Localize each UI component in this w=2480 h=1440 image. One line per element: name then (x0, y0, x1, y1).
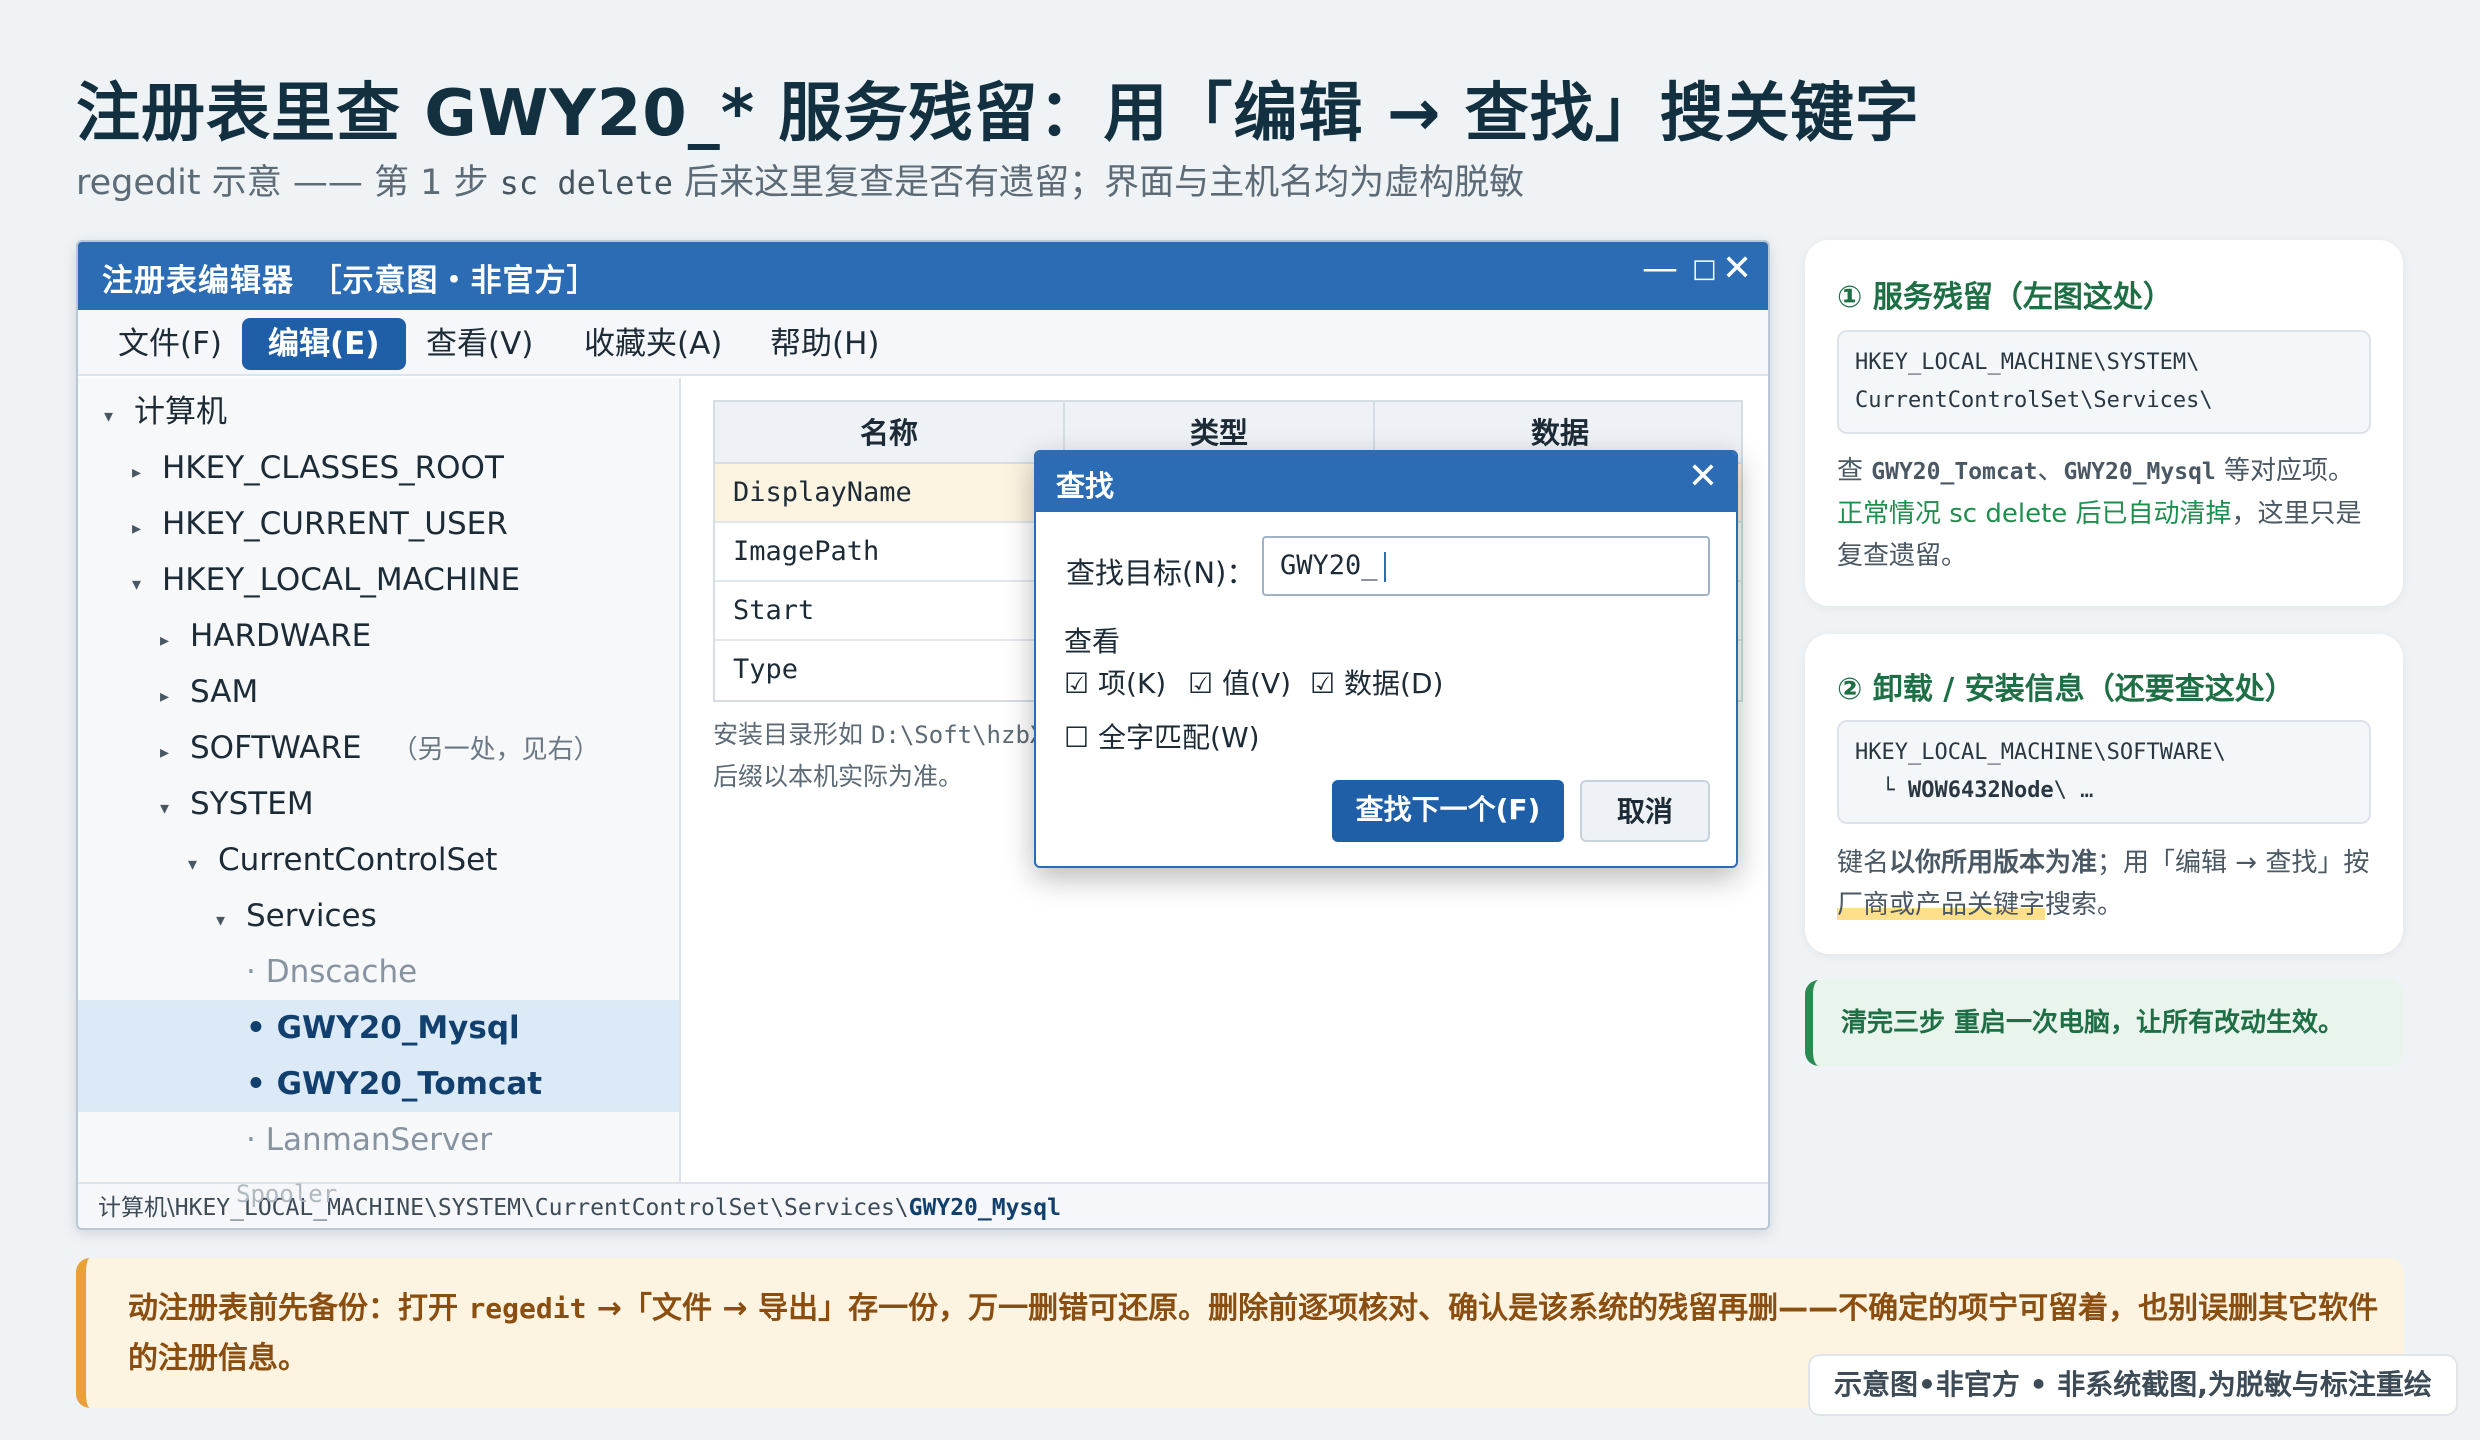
card-service-residue: ① 服务残留（左图这处） HKEY_LOCAL_MACHINE\SYSTEM\ C… (1805, 240, 2403, 606)
find-target-label: 查找目标(N)： (1066, 556, 1256, 590)
text-caret (1383, 551, 1386, 582)
chevron-down-icon[interactable]: ▾ (104, 389, 134, 445)
tree-item-hklm[interactable]: ▾ HKEY_LOCAL_MACHINE (78, 552, 679, 608)
checkbox-checked-icon: ☑ (1064, 667, 1090, 700)
tree-item-sam[interactable]: ▸ SAM (78, 664, 679, 720)
tree-item-dnscache[interactable]: · Dnscache (78, 944, 679, 1000)
find-dialog: 查找 ✕ 查找目标(N)： GWY20_ 查看 ☑ 项(K) ☑ 值(V) ☑ … (1034, 450, 1738, 868)
find-title: 查找 (1056, 469, 1115, 503)
find-next-button[interactable]: 查找下一个(F) (1332, 780, 1564, 842)
card-uninstall-info: ② 卸载 / 安装信息（还要查这处） HKEY_LOCAL_MACHINE\SO… (1805, 634, 2403, 954)
chevron-down-icon[interactable]: ▾ (160, 781, 190, 837)
status-bar: 计算机\HKEY_LOCAL_MACHINE\SYSTEM\CurrentCon… (78, 1180, 1768, 1228)
restart-tip: 清完三步 重启一次电脑，让所有改动生效。 (1805, 980, 2403, 1066)
column-name[interactable]: 名称 (715, 402, 1065, 464)
chevron-right-icon[interactable]: ▸ (160, 725, 190, 781)
ghost-text: Spooler (236, 1180, 338, 1208)
tree-item-hkcu[interactable]: ▸ HKEY_CURRENT_USER (78, 496, 679, 552)
tree-item-hkcr[interactable]: ▸ HKEY_CLASSES_ROOT (78, 440, 679, 496)
look-in-label: 查看 (1064, 625, 1121, 658)
checkbox-checked-icon: ☑ (1310, 667, 1336, 700)
card-text: 查 GWY20_Tomcat、GWY20_Mysql 等对应项。正常情况 sc … (1837, 456, 2362, 571)
minimize-icon[interactable]: — (1642, 248, 1678, 289)
registry-path-code: HKEY_LOCAL_MACHINE\SOFTWARE\ └ WOW6432No… (1837, 720, 2371, 824)
cancel-button[interactable]: 取消 (1580, 780, 1710, 842)
window-titlebar[interactable]: 注册表编辑器 ［示意图・非官方］ — □ ✕ (78, 242, 1768, 310)
chevron-down-icon[interactable]: ▾ (188, 837, 218, 893)
menu-help[interactable]: 帮助(H) (744, 318, 906, 370)
close-icon[interactable]: ✕ (1688, 456, 1718, 497)
install-dir-note: 安装目录形如 D:\Soft\hzbX 后缀以本机实际为准。 (713, 720, 1045, 791)
menu-bar: 文件(F) 编辑(E) 查看(V) 收藏夹(A) 帮助(H) (78, 310, 1768, 376)
chevron-right-icon[interactable]: ▸ (132, 445, 162, 501)
tree-item-gwy20-tomcat[interactable]: • GWY20_Tomcat (78, 1056, 679, 1112)
close-icon[interactable]: ✕ (1722, 248, 1752, 289)
registry-tree[interactable]: ▾ 计算机 ▸ HKEY_CLASSES_ROOT ▸ HKEY_CURRENT_US… (78, 378, 681, 1182)
page-subtitle: regedit 示意 —— 第 1 步 sc delete 后来这里复查是否有遗… (76, 163, 1525, 203)
page-title: 注册表里查 GWY20_* 服务残留：用「编辑 → 查找」搜关键字 (76, 77, 1920, 151)
chevron-right-icon[interactable]: ▸ (160, 669, 190, 725)
chevron-down-icon[interactable]: ▾ (216, 893, 246, 949)
card-text: 键名以你所用版本为准；用「编辑 → 查找」按厂商或产品关键字搜索。 (1837, 848, 2370, 920)
menu-favorites[interactable]: 收藏夹(A) (558, 318, 748, 370)
find-titlebar[interactable]: 查找 ✕ (1036, 452, 1736, 512)
tree-note: （另一处，见右） (391, 735, 600, 765)
tree-item-services[interactable]: ▾ Services (78, 888, 679, 944)
menu-file[interactable]: 文件(F) (92, 318, 248, 370)
footer-badge: 示意图•非官方 • 非系统截图,为脱敏与标注重绘 (1808, 1354, 2458, 1416)
find-target-input[interactable]: GWY20_ (1262, 536, 1710, 596)
card-title: ① 服务残留（左图这处） (1837, 280, 2173, 315)
menu-view[interactable]: 查看(V) (400, 318, 559, 370)
checkbox-checked-icon: ☑ (1188, 667, 1214, 700)
checkbox-keys[interactable]: ☑ 项(K) (1064, 662, 1166, 702)
tree-item-gwy20-mysql[interactable]: • GWY20_Mysql (78, 1000, 679, 1056)
chevron-right-icon[interactable]: ▸ (132, 501, 162, 557)
checkbox-values[interactable]: ☑ 值(V) (1188, 662, 1291, 702)
tree-item-system[interactable]: ▾ SYSTEM (78, 776, 679, 832)
window-title: 注册表编辑器 ［示意图・非官方］ (102, 263, 599, 299)
registry-path-code: HKEY_LOCAL_MACHINE\SYSTEM\ CurrentControl… (1837, 330, 2371, 434)
card-title: ② 卸载 / 安装信息（还要查这处） (1837, 672, 2295, 707)
tree-item-software[interactable]: ▸ SOFTWARE （另一处，见右） (78, 720, 679, 776)
tree-item-computer[interactable]: ▾ 计算机 (78, 384, 679, 440)
checkbox-data[interactable]: ☑ 数据(D) (1310, 662, 1443, 702)
maximize-icon[interactable]: □ (1692, 254, 1717, 284)
menu-edit[interactable]: 编辑(E) (242, 318, 406, 370)
tree-item-hardware[interactable]: ▸ HARDWARE (78, 608, 679, 664)
checkbox-unchecked-icon: ☐ (1064, 721, 1090, 754)
chevron-down-icon[interactable]: ▾ (132, 557, 162, 613)
checkbox-whole-word[interactable]: ☐ 全字匹配(W) (1064, 716, 1260, 756)
tree-item-lanmanserver[interactable]: · LanmanServer (78, 1112, 679, 1168)
tree-item-currentcontrolset[interactable]: ▾ CurrentControlSet (78, 832, 679, 888)
chevron-right-icon[interactable]: ▸ (160, 613, 190, 669)
